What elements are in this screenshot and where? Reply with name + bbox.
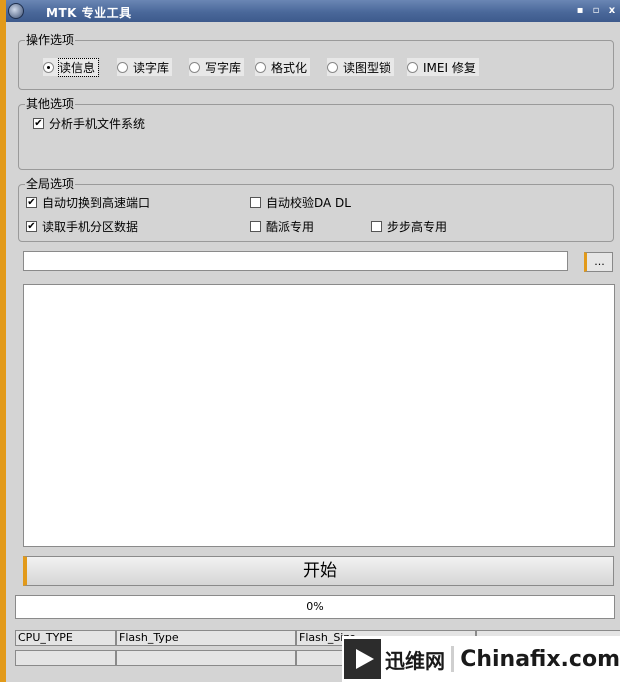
- radio-read-pattern-lock-indicator[interactable]: [327, 61, 338, 73]
- checkbox-bbk[interactable]: 步步高专用: [371, 218, 447, 234]
- status-value-cpu-type: [15, 650, 116, 666]
- operations-group: 操作选项 读信息 读字库 写字库 格式化 读图型锁 IMEI 修复: [18, 33, 614, 90]
- watermark-logo-icon: [344, 639, 381, 679]
- radio-read-pattern-lock-label: 读图型锁: [343, 60, 392, 75]
- status-value-flash-type: [116, 650, 296, 666]
- radio-write-flash-indicator[interactable]: [189, 61, 200, 73]
- main-window: MTK 专业工具 ▪ ▫ x 操作选项 读信息 读字库 写字库 格式化 读图型锁: [0, 0, 620, 682]
- checkbox-coolpad[interactable]: 酷派专用: [250, 218, 314, 234]
- minimize-button[interactable]: ▪: [574, 5, 586, 17]
- progress-bar: 0%: [15, 595, 615, 619]
- radio-format-indicator[interactable]: [255, 61, 266, 73]
- maximize-button[interactable]: ▫: [590, 5, 602, 17]
- other-options-group: 其他选项 ✔ 分析手机文件系统: [18, 97, 614, 170]
- log-output[interactable]: [23, 284, 615, 547]
- radio-format-label: 格式化: [271, 60, 308, 75]
- checkbox-auto-verify-da[interactable]: 自动校验DA DL: [250, 194, 351, 210]
- watermark: 迅维网 Chinafix.com: [342, 636, 620, 682]
- title-bar[interactable]: MTK 专业工具 ▪ ▫ x: [6, 0, 620, 22]
- watermark-separator: [450, 646, 455, 672]
- checkbox-auto-verify-da-label: 自动校验DA DL: [266, 195, 351, 210]
- close-button[interactable]: x: [606, 5, 618, 17]
- radio-format[interactable]: 格式化: [255, 58, 311, 76]
- watermark-cn-text: 迅维网: [384, 648, 445, 673]
- browse-button[interactable]: ...: [584, 252, 613, 272]
- checkbox-auto-verify-da-box[interactable]: [250, 196, 261, 208]
- radio-imei-repair-indicator[interactable]: [407, 61, 418, 73]
- radio-read-info-indicator[interactable]: [43, 61, 54, 73]
- status-header-flash-type: Flash_Type: [116, 630, 296, 646]
- other-options-group-title: 其他选项: [25, 97, 76, 111]
- app-icon[interactable]: [8, 3, 24, 19]
- radio-imei-repair[interactable]: IMEI 修复: [407, 58, 479, 76]
- checkbox-coolpad-box[interactable]: [250, 220, 261, 232]
- radio-read-flash-indicator[interactable]: [117, 61, 128, 73]
- radio-read-flash[interactable]: 读字库: [117, 58, 173, 76]
- progress-text: 0%: [306, 600, 324, 613]
- checkbox-auto-high-speed-label: 自动切换到高速端口: [42, 195, 151, 210]
- watermark-en-text: Chinafix.com: [460, 646, 620, 672]
- checkbox-bbk-label: 步步高专用: [387, 219, 448, 234]
- checkbox-auto-high-speed-box[interactable]: ✔: [26, 196, 37, 208]
- operations-group-title: 操作选项: [25, 33, 76, 47]
- start-button[interactable]: 开始: [23, 556, 614, 586]
- checkbox-analyze-fs-box[interactable]: ✔: [33, 117, 44, 129]
- checkbox-bbk-box[interactable]: [371, 220, 382, 232]
- radio-read-flash-label: 读字库: [133, 60, 170, 75]
- checkbox-analyze-fs[interactable]: ✔ 分析手机文件系统: [33, 115, 145, 131]
- window-title: MTK 专业工具: [46, 6, 132, 20]
- radio-imei-repair-label: IMEI 修复: [423, 60, 476, 75]
- radio-write-flash[interactable]: 写字库: [189, 58, 245, 76]
- checkbox-read-partitions-box[interactable]: ✔: [26, 220, 37, 232]
- checkbox-auto-high-speed[interactable]: ✔ 自动切换到高速端口: [26, 194, 150, 210]
- radio-read-info-label: 读信息: [57, 57, 100, 77]
- checkbox-analyze-fs-label: 分析手机文件系统: [49, 116, 146, 131]
- radio-read-info[interactable]: 读信息: [43, 57, 100, 77]
- checkbox-read-partitions-label: 读取手机分区数据: [42, 219, 139, 234]
- radio-read-pattern-lock[interactable]: 读图型锁: [327, 58, 395, 76]
- global-options-group: 全局选项 ✔ 自动切换到高速端口 自动校验DA DL ✔ 读取手机分区数据 酷派…: [18, 177, 614, 242]
- checkbox-coolpad-label: 酷派专用: [266, 219, 315, 234]
- radio-write-flash-label: 写字库: [205, 60, 242, 75]
- checkbox-read-partitions[interactable]: ✔ 读取手机分区数据: [26, 218, 138, 234]
- global-options-group-title: 全局选项: [25, 177, 76, 191]
- status-header-cpu-type: CPU_TYPE: [15, 630, 116, 646]
- file-path-input[interactable]: [23, 251, 568, 271]
